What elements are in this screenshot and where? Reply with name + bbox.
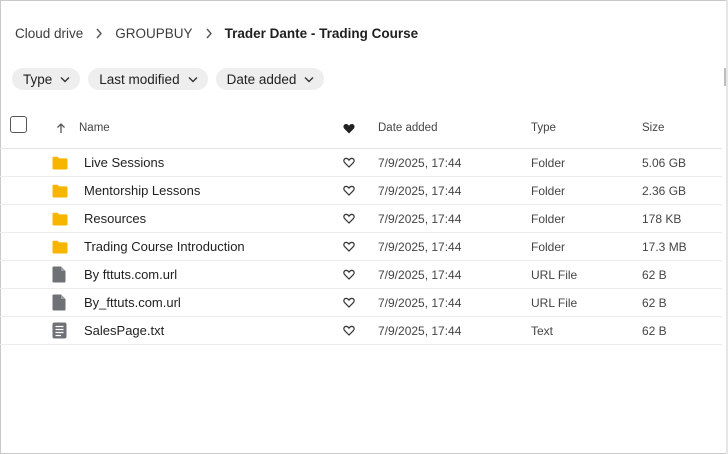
column-header-name[interactable]: Name bbox=[79, 108, 110, 148]
chevron-down-icon bbox=[304, 76, 314, 83]
row-name[interactable]: Resources bbox=[84, 205, 146, 232]
favorite-heart-icon[interactable] bbox=[343, 149, 355, 176]
table-header: Name Date added Type Size bbox=[0, 108, 722, 149]
filter-last-modified-label: Last modified bbox=[99, 71, 180, 87]
sort-arrow-up-icon[interactable] bbox=[56, 108, 66, 148]
row-name[interactable]: SalesPage.txt bbox=[84, 317, 164, 344]
row-size: 62 B bbox=[642, 323, 667, 338]
table-row[interactable]: By fttuts.com.url 7/9/2025, 17:44 URL Fi… bbox=[0, 261, 722, 289]
filter-last-modified-button[interactable]: Last modified bbox=[88, 68, 208, 90]
folder-icon bbox=[52, 205, 68, 232]
breadcrumb-cloud-drive[interactable]: Cloud drive bbox=[15, 26, 83, 41]
row-name[interactable]: By fttuts.com.url bbox=[84, 261, 177, 288]
row-type: Folder bbox=[531, 239, 566, 254]
scrollbar-thumb[interactable] bbox=[724, 68, 726, 86]
table-body: Live Sessions 7/9/2025, 17:44 Folder 5.0… bbox=[0, 149, 722, 345]
favorite-heart-icon[interactable] bbox=[343, 261, 355, 288]
breadcrumb-groupbuy[interactable]: GROUPBUY bbox=[115, 26, 192, 41]
row-type: Text bbox=[531, 323, 554, 338]
row-name[interactable]: Trading Course Introduction bbox=[84, 233, 245, 260]
favorite-heart-icon[interactable] bbox=[343, 205, 355, 232]
row-date-added: 7/9/2025, 17:44 bbox=[378, 211, 462, 226]
column-header-date-added[interactable]: Date added bbox=[378, 108, 437, 148]
row-date-added: 7/9/2025, 17:44 bbox=[378, 183, 462, 198]
breadcrumb: Cloud drive GROUPBUY Trader Dante - Trad… bbox=[15, 26, 418, 41]
filter-type-button[interactable]: Type bbox=[12, 68, 81, 90]
filter-date-added-button[interactable]: Date added bbox=[215, 68, 325, 90]
file-table: Name Date added Type Size Live Sessions … bbox=[0, 108, 722, 345]
folder-icon bbox=[52, 233, 68, 260]
row-date-added: 7/9/2025, 17:44 bbox=[378, 239, 462, 254]
row-type: Folder bbox=[531, 155, 566, 170]
file-icon bbox=[52, 261, 66, 288]
column-header-type[interactable]: Type bbox=[531, 108, 556, 148]
row-name[interactable]: Mentorship Lessons bbox=[84, 177, 200, 204]
row-type: Folder bbox=[531, 183, 566, 198]
favorite-heart-icon[interactable] bbox=[343, 233, 355, 260]
row-date-added: 7/9/2025, 17:44 bbox=[378, 267, 462, 282]
column-header-size[interactable]: Size bbox=[642, 108, 664, 148]
folder-icon bbox=[52, 149, 68, 176]
file-icon bbox=[52, 289, 66, 316]
row-name[interactable]: Live Sessions bbox=[84, 149, 164, 176]
chevron-right-icon bbox=[95, 28, 103, 39]
table-row[interactable]: By_fttuts.com.url 7/9/2025, 17:44 URL Fi… bbox=[0, 289, 722, 317]
row-type: URL File bbox=[531, 295, 578, 310]
table-row[interactable]: SalesPage.txt 7/9/2025, 17:44 Text 62 B bbox=[0, 317, 722, 345]
breadcrumb-current-folder: Trader Dante - Trading Course bbox=[224, 26, 419, 41]
row-size: 17.3 MB bbox=[642, 239, 687, 254]
table-row[interactable]: Live Sessions 7/9/2025, 17:44 Folder 5.0… bbox=[0, 149, 722, 177]
row-name[interactable]: By_fttuts.com.url bbox=[84, 289, 181, 316]
filter-type-label: Type bbox=[23, 71, 53, 87]
row-date-added: 7/9/2025, 17:44 bbox=[378, 323, 462, 338]
filter-bar: Type Last modified Date added bbox=[12, 68, 325, 90]
row-date-added: 7/9/2025, 17:44 bbox=[378, 155, 462, 170]
text-file-icon bbox=[52, 317, 67, 344]
chevron-down-icon bbox=[188, 76, 198, 83]
favorite-heart-icon[interactable] bbox=[343, 177, 355, 204]
table-row[interactable]: Mentorship Lessons 7/9/2025, 17:44 Folde… bbox=[0, 177, 722, 205]
row-date-added: 7/9/2025, 17:44 bbox=[378, 295, 462, 310]
favorite-heart-icon[interactable] bbox=[343, 289, 355, 316]
chevron-down-icon bbox=[60, 76, 70, 83]
row-size: 2.36 GB bbox=[642, 183, 687, 198]
chevron-right-icon bbox=[205, 28, 213, 39]
table-row[interactable]: Trading Course Introduction 7/9/2025, 17… bbox=[0, 233, 722, 261]
select-all-checkbox[interactable] bbox=[10, 116, 27, 133]
row-size: 5.06 GB bbox=[642, 155, 687, 170]
row-type: URL File bbox=[531, 267, 578, 282]
filter-date-added-label: Date added bbox=[226, 71, 297, 87]
row-size: 178 KB bbox=[642, 211, 682, 226]
row-size: 62 B bbox=[642, 267, 667, 282]
favorite-heart-filled-icon[interactable] bbox=[343, 108, 355, 148]
folder-icon bbox=[52, 177, 68, 204]
favorite-heart-icon[interactable] bbox=[343, 317, 355, 344]
row-size: 62 B bbox=[642, 295, 667, 310]
table-row[interactable]: Resources 7/9/2025, 17:44 Folder 178 KB bbox=[0, 205, 722, 233]
row-type: Folder bbox=[531, 211, 566, 226]
